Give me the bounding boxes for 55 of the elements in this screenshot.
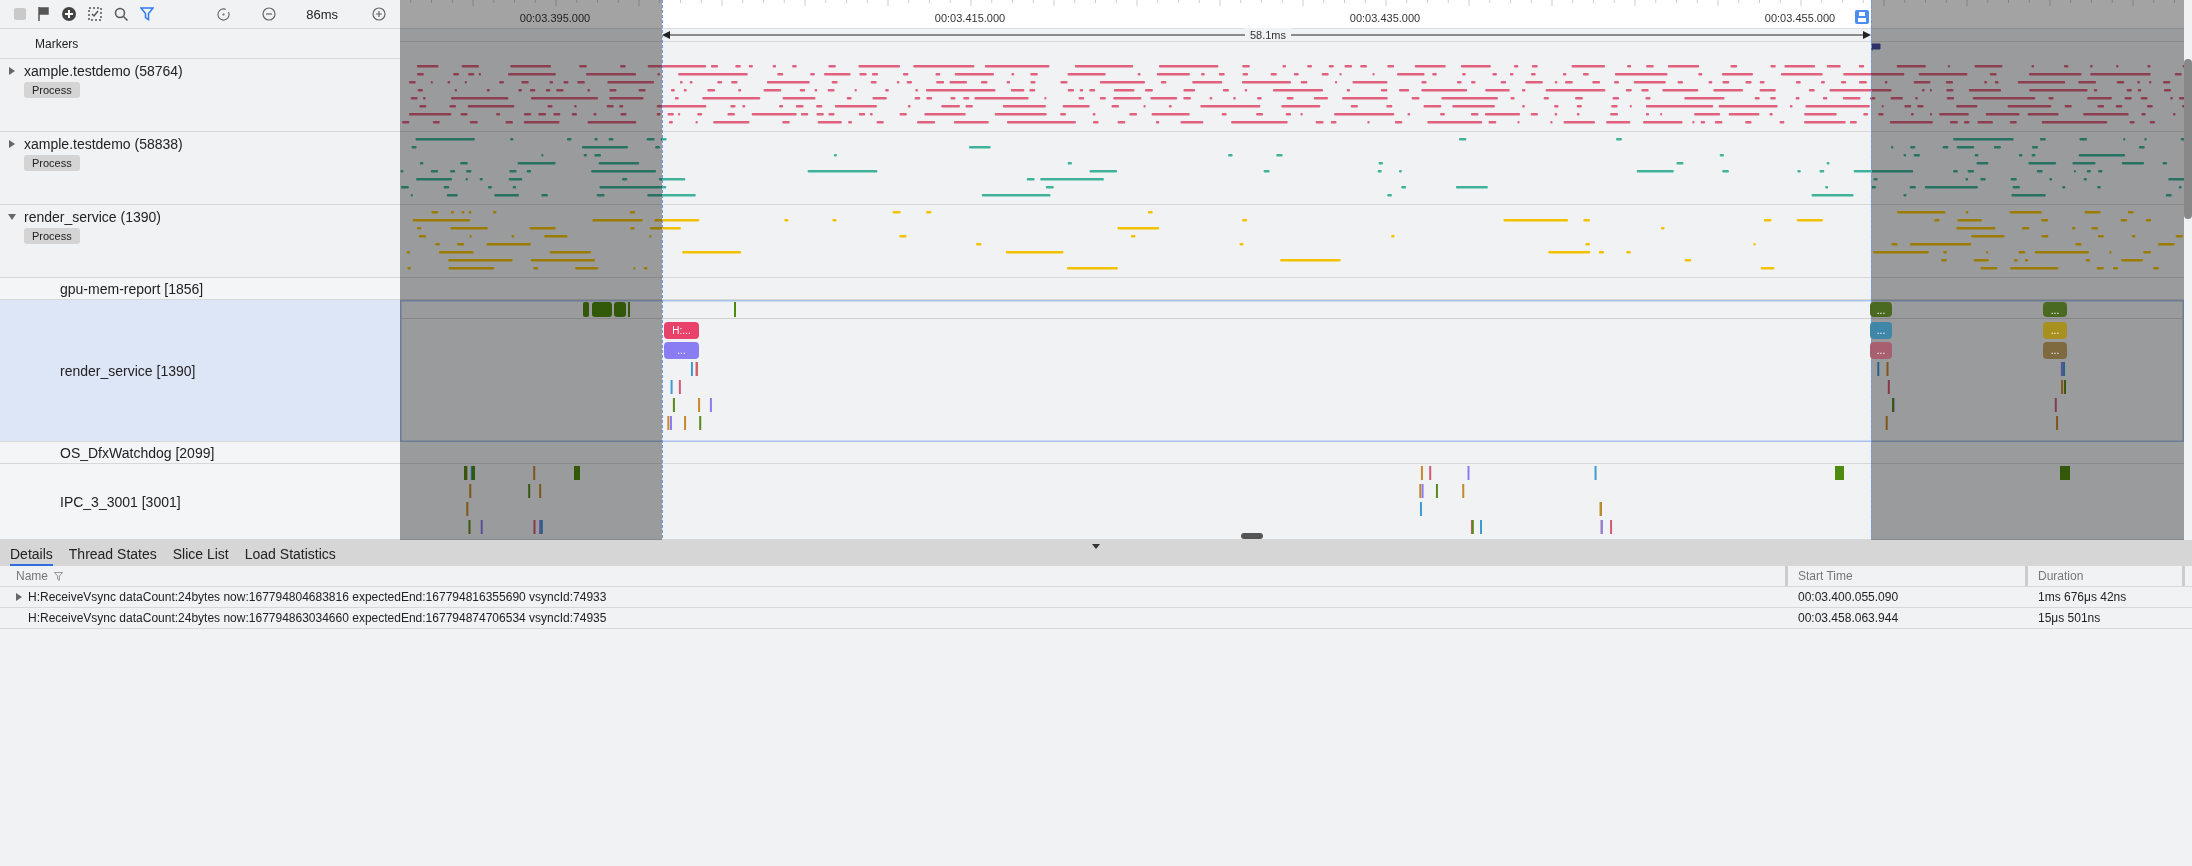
process-badge: Process: [24, 228, 80, 244]
slice[interactable]: ...: [1870, 302, 1892, 317]
zoom-label: 86ms: [306, 6, 338, 22]
markers-label: Markers: [35, 36, 79, 51]
zoom-in-icon[interactable]: [372, 7, 386, 21]
panel-tab[interactable]: Slice List: [172, 546, 229, 566]
table-cell: 15μs 501ns: [2038, 611, 2101, 625]
time-tick-label: 00:03.435.000: [1349, 12, 1421, 24]
marker-flag-icon[interactable]: [1871, 43, 1881, 52]
filter-icon[interactable]: [54, 571, 63, 581]
expand-caret-icon[interactable]: [8, 140, 16, 148]
panel-tab[interactable]: Load Statistics: [244, 546, 336, 566]
zoom-out-icon[interactable]: [262, 7, 277, 21]
time-tick-label: 00:03.395.000: [519, 12, 591, 24]
selection-icon[interactable]: [88, 7, 102, 21]
slice[interactable]: ...: [2043, 302, 2067, 317]
time-tick-label: 00:03.415.000: [934, 12, 1006, 24]
timer-icon[interactable]: [217, 7, 231, 21]
slice[interactable]: ...: [2043, 342, 2067, 359]
table-cell: H:ReceiveVsync dataCount:24bytes now:167794804683816 expectedEnd:167794816355690 vsyncId:74933: [28, 590, 607, 604]
column-header[interactable]: Name: [16, 569, 48, 583]
column-header[interactable]: Duration: [2038, 569, 2084, 583]
table-cell: 00:03.458.063.944: [1798, 611, 1899, 625]
expand-caret-icon[interactable]: [8, 213, 16, 221]
time-tick-label: 00:03.455.000: [1764, 12, 1836, 24]
plus-circle-icon[interactable]: [62, 7, 76, 21]
process-name[interactable]: render_service (1390): [24, 209, 161, 225]
flag-icon[interactable]: [38, 7, 50, 21]
table-cell: 00:03.400.055.090: [1798, 590, 1899, 604]
process-name[interactable]: xample.testdemo (58764): [24, 63, 183, 79]
scrollbar-thumb[interactable]: [2184, 59, 2192, 219]
panel-tab[interactable]: Thread States: [68, 546, 157, 566]
thread-name[interactable]: OS_DfxWatchdog [2099]: [0, 444, 400, 461]
collapse-caret-icon[interactable]: [1092, 544, 1100, 549]
drag-handle[interactable]: [1241, 533, 1263, 539]
thread-name[interactable]: IPC_3_3001 [3001]: [0, 493, 400, 510]
slice[interactable]: ...: [1870, 322, 1892, 339]
duration-label: 58.1ms: [1249, 29, 1287, 41]
thread-name[interactable]: gpu-mem-report [1856]: [0, 280, 400, 297]
column-header[interactable]: Start Time: [1798, 569, 1853, 583]
save-icon[interactable]: [1855, 10, 1869, 24]
process-name[interactable]: xample.testdemo (58838): [24, 136, 183, 152]
expand-caret-icon[interactable]: [8, 67, 16, 75]
process-badge: Process: [24, 155, 80, 171]
slice[interactable]: H:...: [664, 322, 699, 339]
search-icon[interactable]: [114, 7, 128, 21]
expand-caret-icon[interactable]: [16, 593, 22, 601]
process-badge: Process: [24, 82, 80, 98]
table-cell: H:ReceiveVsync dataCount:24bytes now:167794863034660 expectedEnd:167794874706534 vsyncId:74935: [28, 611, 607, 625]
slice[interactable]: ...: [1870, 342, 1892, 359]
table-cell: 1ms 676μs 42ns: [2038, 590, 2127, 604]
thread-name[interactable]: render_service [1390]: [0, 362, 400, 379]
panel-tab[interactable]: Details: [10, 546, 53, 566]
filter-icon[interactable]: [140, 7, 154, 21]
selected-row-background[interactable]: render_service [1390]: [0, 300, 400, 442]
